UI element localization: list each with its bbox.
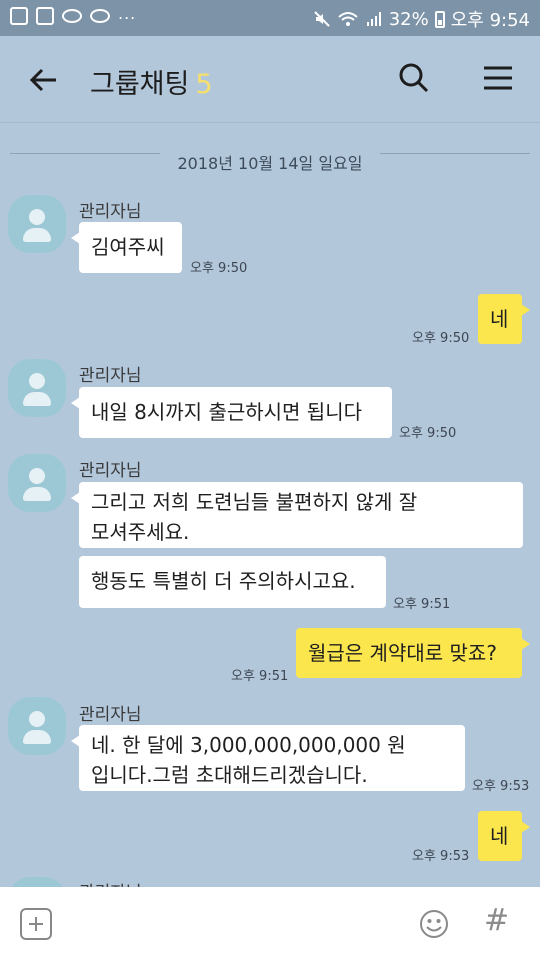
message-bubble-outgoing[interactable]: 네	[478, 294, 530, 344]
date-divider: 2018년 10월 14일 일요일	[0, 150, 540, 174]
notification-icons: ...	[10, 3, 137, 25]
message-time: 오후 9:50	[399, 426, 457, 441]
message-bubble-outgoing[interactable]: 월급은 계약대로 맞죠?	[296, 628, 530, 678]
message-bubble-incoming[interactable]: 내일 8시까지 출근하시면 됩니다	[71, 387, 392, 438]
battery-percent: 32%	[388, 8, 429, 30]
emoticon-icon[interactable]	[418, 908, 450, 940]
message-time: 오후 9:51	[393, 597, 451, 612]
sender-avatar[interactable]	[8, 195, 66, 253]
message-time: 오후 9:53	[412, 849, 470, 864]
message-bubble-incoming[interactable]: 김여주씨	[71, 222, 182, 273]
sender-name: 관리자님	[79, 878, 142, 887]
mute-icon	[314, 11, 330, 27]
sender-avatar[interactable]	[8, 877, 66, 887]
sender-name: 관리자님	[79, 461, 142, 481]
planet-notification-icon-2	[90, 9, 110, 23]
hash-icon[interactable]: #	[484, 903, 509, 938]
sender-avatar[interactable]	[8, 454, 66, 512]
plus-icon[interactable]	[20, 908, 52, 940]
system-status: 32% 오후 9:54	[313, 6, 530, 32]
message-time: 오후 9:53	[472, 779, 530, 794]
date-divider-text: 2018년 10월 14일 일요일	[167, 154, 373, 173]
message-time: 오후 9:50	[412, 331, 470, 346]
message-input-bar: #	[0, 887, 540, 960]
message-bubble-incoming[interactable]: 행동도 특별히 더 주의하시고요.	[79, 556, 386, 608]
more-notifications-indicator: ...	[118, 3, 137, 23]
back-arrow-icon[interactable]	[26, 62, 62, 98]
signal-icon	[366, 12, 381, 26]
menu-icon[interactable]	[480, 60, 516, 96]
message-time: 오후 9:51	[231, 669, 289, 684]
status-bar: ... 32% 오후 9:54	[0, 0, 540, 36]
message-bubble-outgoing[interactable]: 네	[478, 811, 530, 861]
sender-avatar[interactable]	[8, 697, 66, 755]
member-count: 5	[195, 69, 213, 100]
chat-header: 그룹채팅 5	[0, 36, 540, 123]
message-bubble-incoming[interactable]: 네. 한 달에 3,000,000,000,000 원 입니다.그럼 초대해드리…	[71, 725, 465, 791]
message-time: 오후 9:50	[190, 261, 248, 276]
wifi-icon	[338, 12, 358, 26]
battery-icon	[434, 10, 445, 28]
chat-area[interactable]: 2018년 10월 14일 일요일 관리자님 김여주씨 오후 9:50 네 오후…	[0, 123, 540, 887]
clock: 오후 9:54	[450, 10, 530, 31]
sender-name: 관리자님	[79, 366, 142, 386]
chat-title-text: 그룹채팅	[90, 69, 190, 100]
sender-name: 관리자님	[79, 202, 142, 222]
app-notification-icon	[10, 7, 28, 25]
planet-notification-icon	[62, 9, 82, 23]
gallery-notification-icon	[36, 7, 54, 25]
message-bubble-incoming[interactable]: 그리고 저희 도련님들 불편하지 않게 잘 모셔주세요.	[71, 482, 523, 548]
sender-name: 관리자님	[79, 705, 142, 725]
search-icon[interactable]	[396, 60, 432, 96]
sender-avatar[interactable]	[8, 359, 66, 417]
chat-title: 그룹채팅 5	[90, 62, 213, 101]
